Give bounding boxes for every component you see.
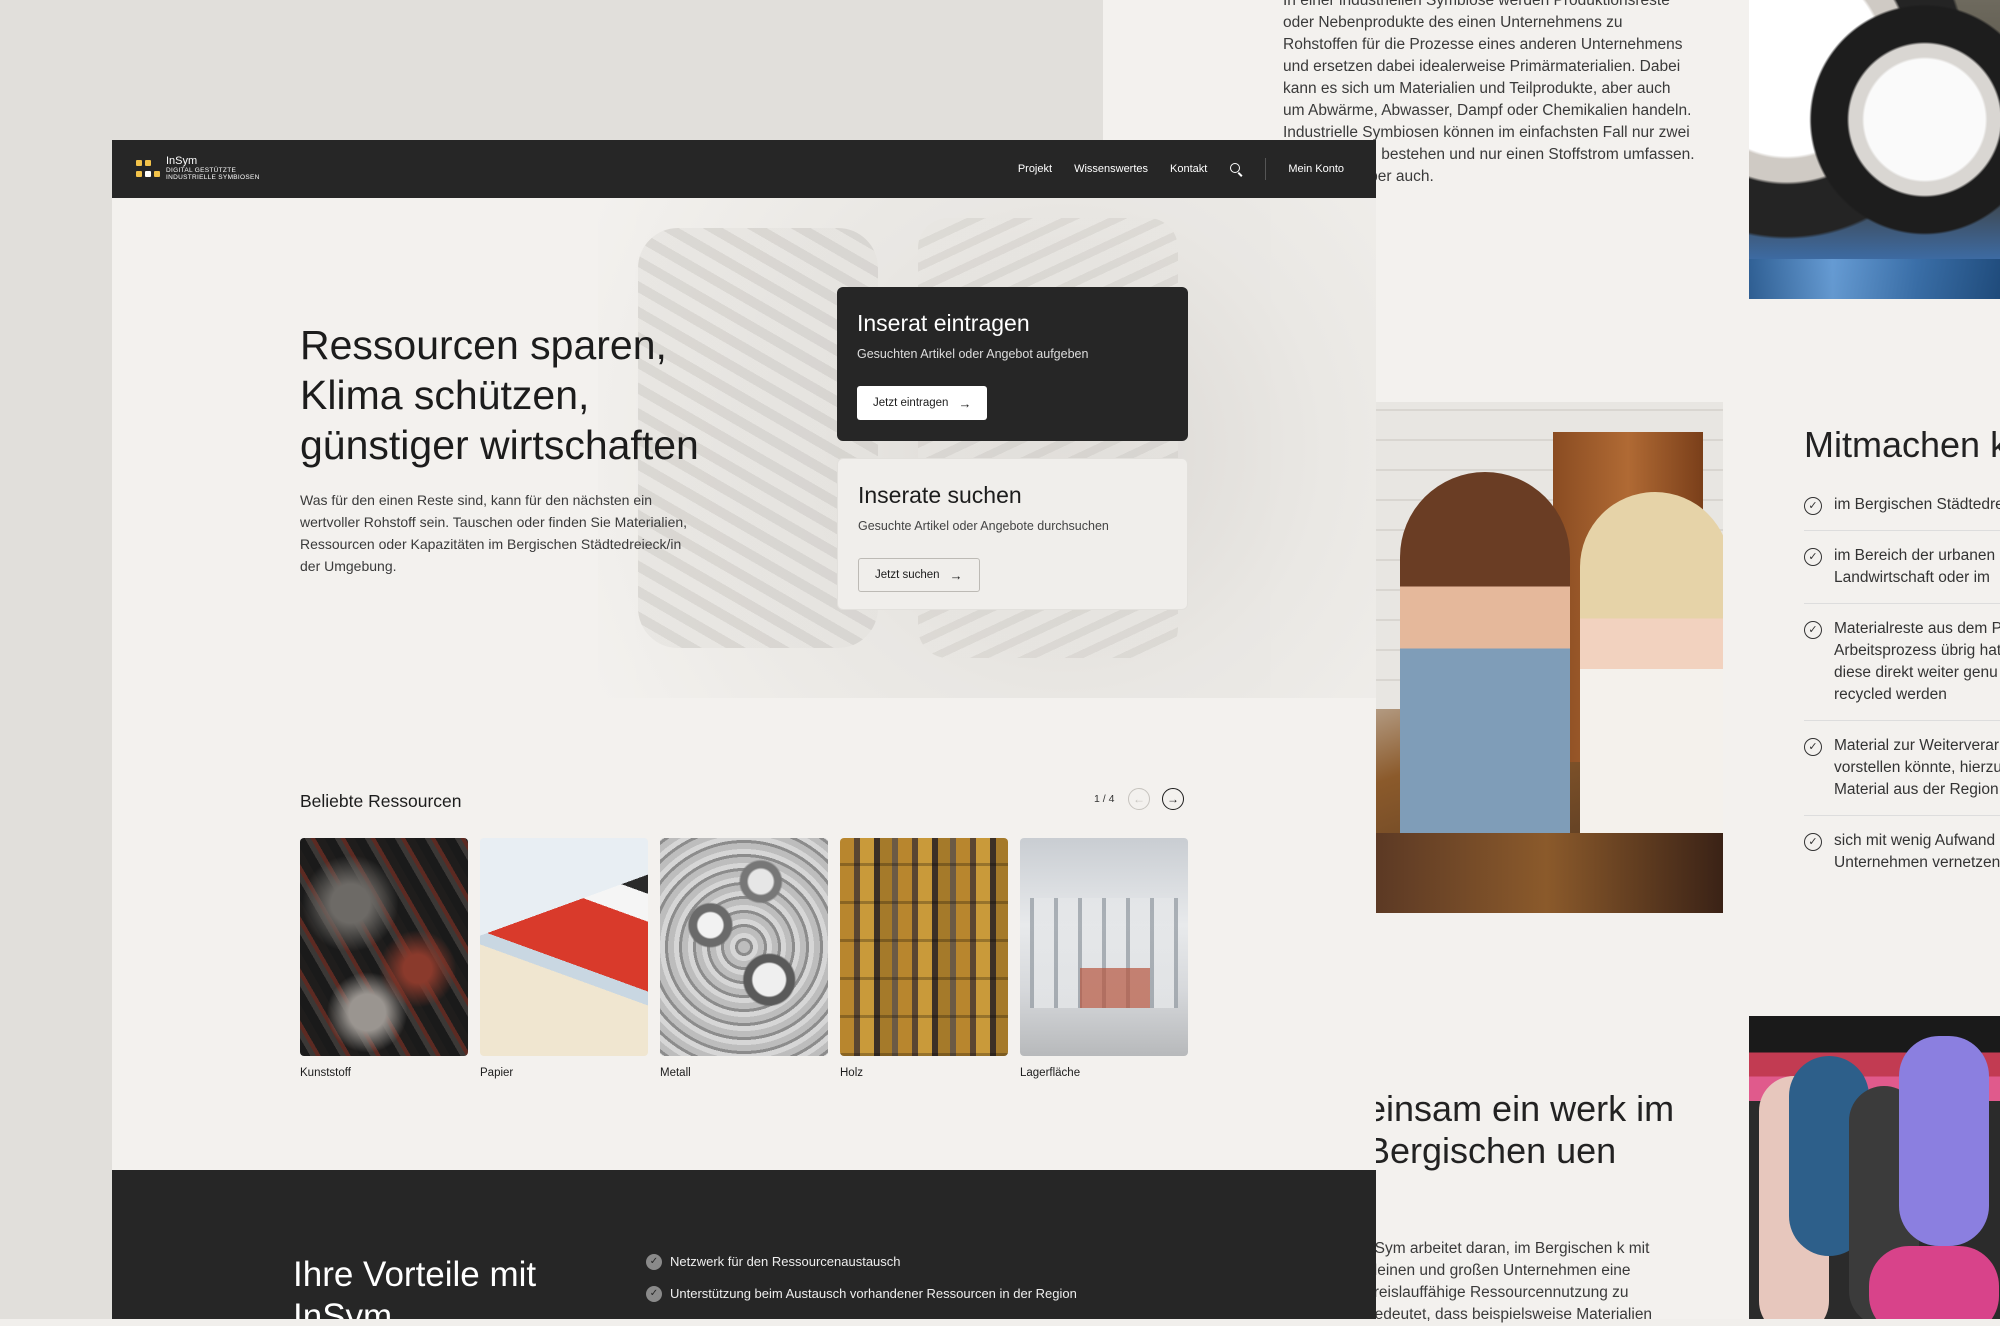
search-listings-card: Inserate suchen Gesuchte Artikel oder An… bbox=[837, 458, 1188, 610]
search-card-title: Inserate suchen bbox=[858, 482, 1022, 508]
post-card-subtitle: Gesuchten Artikel oder Angebot aufgeben bbox=[857, 347, 1089, 361]
logo-wordmark[interactable]: InSym DIGITAL GESTÜTZTE INDUSTRIELLE SYM… bbox=[166, 155, 260, 182]
post-card-title: Inserat eintragen bbox=[857, 310, 1030, 336]
benefits-list: ✓ Netzwerk für den Ressourcenaustausch ✓… bbox=[646, 1254, 1077, 1318]
resource-tile-papier[interactable] bbox=[480, 838, 648, 1056]
post-listing-button[interactable]: Jetzt eintragen → bbox=[857, 386, 988, 420]
resource-tile-holz[interactable] bbox=[840, 838, 1008, 1056]
mitmachen-item: ✓ im Bereich der urbanen L Landwirtschaf… bbox=[1804, 545, 2000, 604]
network-title: einsam ein werk im Bergischen uen bbox=[1366, 1088, 1675, 1171]
search-listings-button[interactable]: Jetzt suchen → bbox=[858, 558, 980, 592]
popular-resources-title: Beliebte Ressourcen bbox=[300, 791, 462, 811]
check-circle-icon: ✓ bbox=[1804, 548, 1822, 566]
nav-link-kontakt[interactable]: Kontakt bbox=[1170, 163, 1207, 175]
pipes-photo bbox=[1749, 0, 2000, 299]
brand-tagline-2: INDUSTRIELLE SYMBIOSEN bbox=[166, 174, 260, 181]
check-circle-icon: ✓ bbox=[646, 1254, 662, 1270]
post-listing-card: Inserat eintragen Gesuchten Artikel oder… bbox=[837, 287, 1188, 441]
benefits-section: Ihre Vorteile mit InSym ✓ Netzwerk für d… bbox=[112, 1170, 1376, 1319]
website-mockup: InSym DIGITAL GESTÜTZTE INDUSTRIELLE SYM… bbox=[112, 140, 1376, 1319]
check-circle-icon: ✓ bbox=[1804, 833, 1822, 851]
brand-name: InSym bbox=[166, 155, 198, 167]
benefit-item: ✓ Unterstützung beim Austausch vorhanden… bbox=[646, 1286, 1077, 1302]
mitmachen-title: Mitmachen k bbox=[1804, 424, 2000, 465]
top-navigation: InSym DIGITAL GESTÜTZTE INDUSTRIELLE SYM… bbox=[112, 140, 1376, 198]
nav-divider bbox=[1265, 158, 1267, 180]
benefits-title: Ihre Vorteile mit InSym bbox=[293, 1255, 537, 1319]
resource-tile-kunststoff[interactable] bbox=[300, 838, 468, 1056]
resource-label[interactable]: Metall bbox=[660, 1067, 691, 1079]
carousel-next-arrow-icon[interactable]: → bbox=[1162, 788, 1184, 810]
arrow-right-icon: → bbox=[949, 567, 963, 583]
brand-tagline-1: DIGITAL GESTÜTZTE bbox=[166, 167, 237, 174]
logo-icon[interactable] bbox=[136, 160, 160, 180]
mitmachen-item: ✓ sich mit wenig Aufwand Unternehmen ver… bbox=[1804, 830, 2000, 888]
network-paragraph: nSym arbeitet daran, im Bergischen k mit… bbox=[1366, 1240, 1653, 1323]
people-photo bbox=[1370, 402, 1723, 913]
textiles-photo bbox=[1749, 1016, 2000, 1319]
resource-tile-lagerflaeche[interactable] bbox=[1020, 838, 1188, 1056]
mitmachen-item: ✓ Materialreste aus dem P Arbeitsprozess… bbox=[1804, 618, 2000, 721]
search-card-subtitle: Gesuchte Artikel oder Angebote durchsuch… bbox=[858, 519, 1109, 533]
hero-description: Was für den einen Reste sind, kann für d… bbox=[300, 492, 688, 574]
resource-label[interactable]: Holz bbox=[840, 1067, 863, 1079]
resource-label[interactable]: Kunststoff bbox=[300, 1067, 351, 1079]
mitmachen-item: ✓ Material zur Weiterverar vorstellen kö… bbox=[1804, 735, 2000, 816]
carousel-prev-arrow-icon[interactable]: ← bbox=[1128, 788, 1150, 810]
check-circle-icon: ✓ bbox=[1804, 738, 1822, 756]
check-circle-icon: ✓ bbox=[1804, 621, 1822, 639]
resource-label[interactable]: Papier bbox=[480, 1067, 513, 1079]
account-link[interactable]: Mein Konto bbox=[1288, 163, 1344, 175]
benefit-item: ✓ Netzwerk für den Ressourcenaustausch bbox=[646, 1254, 1077, 1270]
nav-links: Projekt Wissenswertes Kontakt Mein Konto bbox=[1018, 140, 1344, 198]
mitmachen-list: ✓ im Bergischen Städtedreieck ✓ im Berei… bbox=[1804, 494, 2000, 902]
carousel-pager: 1 / 4 bbox=[1094, 793, 1115, 805]
hero-title: Ressourcen sparen, Klima schützen, günst… bbox=[300, 322, 699, 468]
check-circle-icon: ✓ bbox=[1804, 497, 1822, 515]
resource-tile-metall[interactable] bbox=[660, 838, 828, 1056]
nav-link-projekt[interactable]: Projekt bbox=[1018, 163, 1052, 175]
arrow-right-icon: → bbox=[958, 395, 972, 411]
check-circle-icon: ✓ bbox=[646, 1286, 662, 1302]
mitmachen-item: ✓ im Bergischen Städtedreieck bbox=[1804, 494, 2000, 531]
search-icon[interactable] bbox=[1229, 162, 1243, 176]
resource-label[interactable]: Lagerfläche bbox=[1020, 1067, 1080, 1079]
nav-link-wissenswertes[interactable]: Wissenswertes bbox=[1074, 163, 1148, 175]
